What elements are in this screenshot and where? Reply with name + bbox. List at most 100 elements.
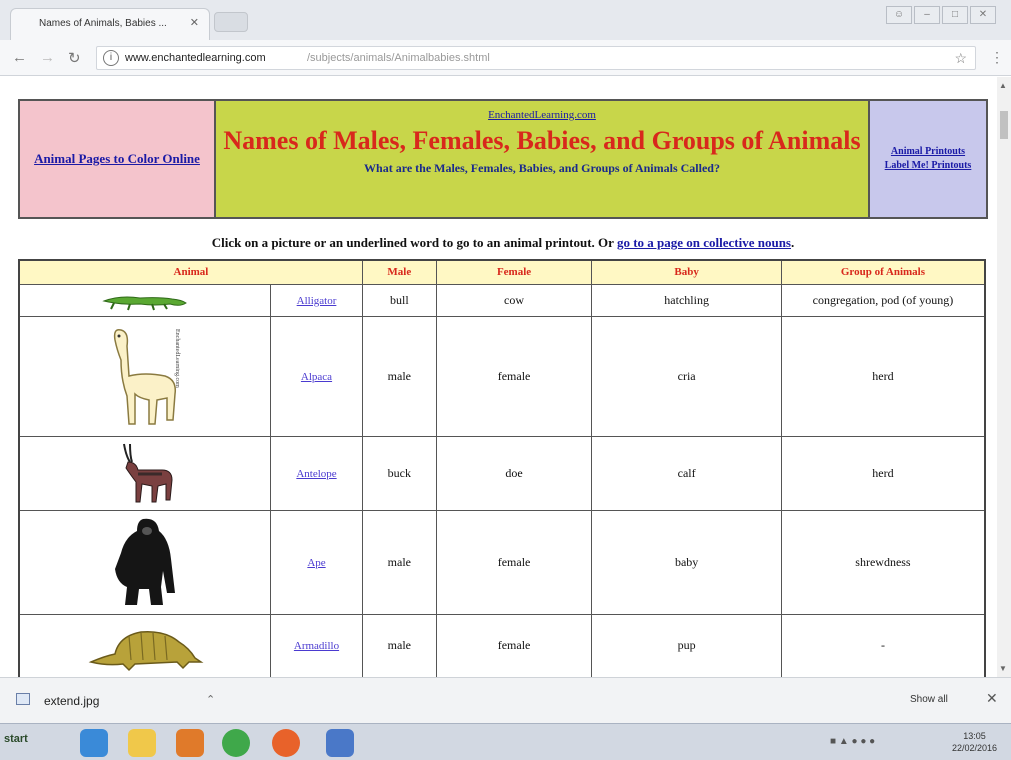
banner-right: Animal Printouts Label Me! Printouts — [868, 101, 986, 217]
male-cell: male — [361, 613, 437, 677]
ie-icon[interactable] — [80, 729, 108, 757]
tab-strip: Names of Animals, Babies ... ✕ ☺ – □ ✕ — [0, 0, 1011, 40]
female-cell: cow — [435, 283, 593, 317]
baby-cell: hatchling — [591, 283, 782, 317]
media-icon[interactable] — [176, 729, 204, 757]
bookmark-star-icon[interactable]: ☆ — [954, 50, 967, 67]
download-item[interactable]: extend.jpg ⌃ — [10, 686, 230, 716]
male-cell: male — [361, 509, 437, 615]
collective-nouns-link[interactable]: go to a page on collective nouns — [617, 235, 791, 250]
table-row: Armadillo male female pup - — [18, 613, 986, 677]
chevron-up-icon[interactable]: ⌃ — [206, 693, 215, 706]
header-male: Male — [361, 259, 437, 285]
browser-tab[interactable]: Names of Animals, Babies ... ✕ — [10, 8, 210, 40]
female-cell: female — [435, 613, 593, 677]
animal-printouts-link[interactable]: Animal Printouts — [885, 145, 972, 159]
image-file-icon — [16, 693, 30, 705]
baby-cell: cria — [591, 315, 782, 437]
download-shelf: extend.jpg ⌃ Show all ✕ — [0, 677, 1011, 723]
site-link[interactable]: EnchantedLearning.com — [488, 109, 596, 121]
group-cell: shrewdness — [780, 509, 986, 615]
armadillo-picture[interactable] — [18, 613, 272, 677]
page-subtitle: What are the Males, Females, Babies, and… — [364, 161, 720, 175]
scroll-up-icon[interactable]: ▲ — [999, 81, 1007, 90]
minimize-button[interactable]: – — [914, 6, 940, 24]
new-tab-button[interactable] — [214, 12, 248, 32]
header-group: Group of Animals — [780, 259, 986, 285]
animal-link[interactable]: Antelope — [296, 468, 336, 480]
baby-cell: baby — [591, 509, 782, 615]
clock-time: 13:05 — [963, 731, 986, 741]
alpaca-picture[interactable]: EnchantedLearning.com — [18, 315, 272, 437]
toolbar: ← → ↻ i www.enchantedlearning.com /subje… — [0, 40, 1011, 76]
alligator-picture[interactable] — [18, 283, 272, 317]
url-host: www.enchantedlearning.com — [125, 52, 266, 64]
animal-names-table: Animal Male Female Baby Group of Animals… — [18, 259, 986, 677]
female-cell: female — [435, 509, 593, 615]
table-row: Alligator bull cow hatchling congregatio… — [18, 283, 986, 317]
maximize-button[interactable]: □ — [942, 6, 968, 24]
vertical-scrollbar[interactable]: ▲ ▼ — [997, 77, 1011, 677]
close-tab-icon[interactable]: ✕ — [190, 16, 199, 29]
group-cell: congregation, pod (of young) — [780, 283, 986, 317]
close-shelf-icon[interactable]: ✕ — [986, 690, 998, 707]
show-all-button[interactable]: Show all — [910, 694, 948, 705]
taskbar: start ■ ▲ ● ● ● 13:05 22/02/2016 — [0, 723, 1011, 760]
url-path: /subjects/animals/Animalbabies.shtml — [307, 52, 490, 64]
scroll-down-icon[interactable]: ▼ — [999, 664, 1007, 673]
baby-cell: pup — [591, 613, 782, 677]
download-filename: extend.jpg — [44, 694, 100, 708]
reload-icon[interactable]: ↻ — [68, 49, 81, 67]
instruction-line: Click on a picture or an underlined word… — [18, 235, 988, 251]
male-cell: buck — [361, 435, 437, 511]
system-tray-icons[interactable]: ■ ▲ ● ● ● — [830, 736, 875, 747]
header-banner: Animal Pages to Color Online EnchantedLe… — [18, 99, 988, 219]
chrome-icon[interactable] — [222, 729, 250, 757]
info-icon[interactable]: i — [103, 50, 119, 66]
animal-link[interactable]: Alligator — [297, 295, 337, 307]
folder-icon[interactable] — [128, 729, 156, 757]
app-icon[interactable] — [326, 729, 354, 757]
table-row: Antelope buck doe calf herd — [18, 435, 986, 511]
back-icon[interactable]: ← — [12, 49, 27, 66]
page-title: Names of Males, Females, Babies, and Gro… — [223, 126, 861, 155]
close-window-button[interactable]: ✕ — [970, 6, 996, 24]
scroll-thumb[interactable] — [1000, 111, 1008, 139]
clock[interactable]: 13:05 22/02/2016 — [952, 730, 997, 754]
female-cell: female — [435, 315, 593, 437]
animal-link[interactable]: Ape — [307, 557, 325, 569]
animal-link[interactable]: Alpaca — [301, 371, 332, 383]
image-credit: EnchantedLearning.com — [174, 328, 180, 388]
header-animal: Animal — [18, 259, 363, 285]
group-cell: herd — [780, 435, 986, 511]
header-female: Female — [435, 259, 593, 285]
group-cell: herd — [780, 315, 986, 437]
male-cell: male — [361, 315, 437, 437]
tab-title: Names of Animals, Babies ... — [39, 18, 167, 29]
group-cell: - — [780, 613, 986, 677]
female-cell: doe — [435, 435, 593, 511]
ape-picture[interactable] — [18, 509, 272, 615]
table-header-row: Animal Male Female Baby Group of Animals — [18, 259, 986, 285]
instruction-end: . — [791, 235, 795, 250]
start-button[interactable]: start — [4, 733, 28, 745]
banner-left: Animal Pages to Color Online — [20, 101, 216, 217]
clock-date: 22/02/2016 — [952, 743, 998, 753]
forward-icon[interactable]: → — [40, 49, 55, 66]
user-icon[interactable]: ☺ — [886, 6, 912, 24]
address-bar[interactable]: i www.enchantedlearning.com /subjects/an… — [96, 46, 976, 70]
table-row: Ape male female baby shrewdness — [18, 509, 986, 615]
label-me-link[interactable]: Label Me! Printouts — [885, 159, 972, 173]
instruction-text: Click on a picture or an underlined word… — [211, 235, 614, 250]
header-baby: Baby — [591, 259, 782, 285]
animal-link[interactable]: Armadillo — [294, 640, 339, 652]
male-cell: bull — [361, 283, 437, 317]
firefox-icon[interactable] — [272, 729, 300, 757]
antelope-picture[interactable] — [18, 435, 272, 511]
page-content: Animal Pages to Color Online EnchantedLe… — [0, 77, 997, 677]
banner-center: EnchantedLearning.com Names of Males, Fe… — [216, 101, 868, 217]
baby-cell: calf — [591, 435, 782, 511]
table-row: EnchantedLearning.com Alpaca male female… — [18, 315, 986, 437]
menu-icon[interactable]: ⋮ — [990, 49, 1004, 66]
color-pages-link[interactable]: Animal Pages to Color Online — [34, 150, 200, 168]
